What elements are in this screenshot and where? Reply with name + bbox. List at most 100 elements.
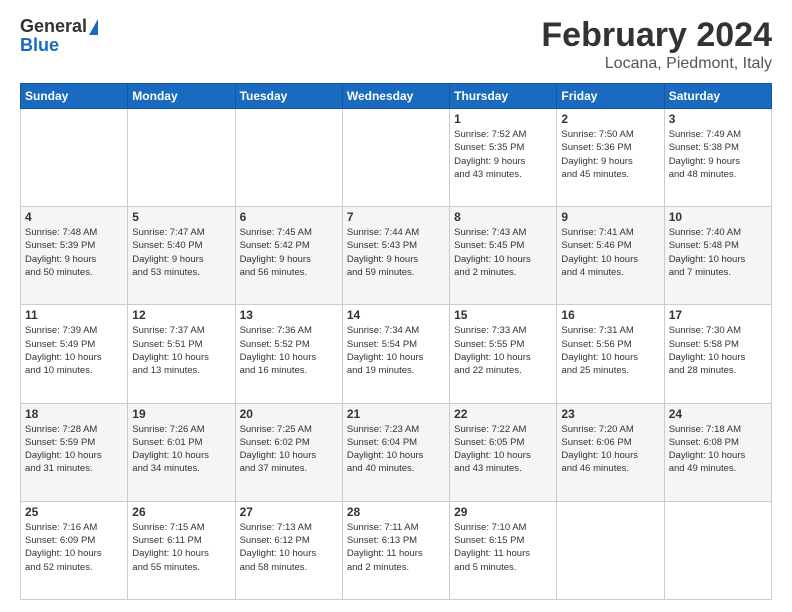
day-info: Sunrise: 7:13 AMSunset: 6:12 PMDaylight:…	[240, 521, 338, 574]
day-number: 26	[132, 505, 230, 519]
day-number: 21	[347, 407, 445, 421]
day-info: Sunrise: 7:20 AMSunset: 6:06 PMDaylight:…	[561, 423, 659, 476]
calendar-week-row: 18 Sunrise: 7:28 AMSunset: 5:59 PMDayligh…	[21, 403, 772, 501]
calendar-cell: 15Sunrise: 7:33 AMSunset: 5:55 PMDayligh…	[450, 305, 557, 403]
day-info: Sunrise: 7:10 AMSunset: 6:15 PMDaylight:…	[454, 521, 552, 574]
day-number: 4	[25, 210, 123, 224]
calendar-cell: 19 Sunrise: 7:26 AMSunset: 6:01 PMDayligh…	[128, 403, 235, 501]
day-info: Sunrise: 7:45 AMSunset: 5:42 PMDaylight:…	[240, 226, 338, 279]
calendar-cell: 29 Sunrise: 7:10 AMSunset: 6:15 PMDayligh…	[450, 501, 557, 599]
day-info: Sunrise: 7:26 AMSunset: 6:01 PMDaylight:…	[132, 423, 230, 476]
day-info: Sunrise: 7:23 AMSunset: 6:04 PMDaylight:…	[347, 423, 445, 476]
calendar-cell: 11Sunrise: 7:39 AMSunset: 5:49 PMDayligh…	[21, 305, 128, 403]
calendar-cell: 14Sunrise: 7:34 AMSunset: 5:54 PMDayligh…	[342, 305, 449, 403]
day-number: 22	[454, 407, 552, 421]
calendar-cell: 18 Sunrise: 7:28 AMSunset: 5:59 PMDayligh…	[21, 403, 128, 501]
day-info: Sunrise: 7:49 AMSunset: 5:38 PMDaylight:…	[669, 128, 767, 181]
calendar-cell: 22 Sunrise: 7:22 AMSunset: 6:05 PMDayligh…	[450, 403, 557, 501]
calendar-cell: 27 Sunrise: 7:13 AMSunset: 6:12 PMDayligh…	[235, 501, 342, 599]
calendar-cell: 23 Sunrise: 7:20 AMSunset: 6:06 PMDayligh…	[557, 403, 664, 501]
day-number: 13	[240, 308, 338, 322]
day-number: 25	[25, 505, 123, 519]
calendar-cell: 10 Sunrise: 7:40 AMSunset: 5:48 PMDayligh…	[664, 207, 771, 305]
day-number: 12	[132, 308, 230, 322]
calendar-day-header: Sunday	[21, 84, 128, 109]
calendar-cell: 21 Sunrise: 7:23 AMSunset: 6:04 PMDayligh…	[342, 403, 449, 501]
calendar-cell: 2Sunrise: 7:50 AMSunset: 5:36 PMDaylight…	[557, 109, 664, 207]
day-number: 6	[240, 210, 338, 224]
day-number: 19	[132, 407, 230, 421]
day-info: Sunrise: 7:15 AMSunset: 6:11 PMDaylight:…	[132, 521, 230, 574]
header: General Blue February 2024 Locana, Piedm…	[20, 16, 772, 73]
day-number: 5	[132, 210, 230, 224]
day-info: Sunrise: 7:37 AMSunset: 5:51 PMDaylight:…	[132, 324, 230, 377]
calendar-cell: 3Sunrise: 7:49 AMSunset: 5:38 PMDaylight…	[664, 109, 771, 207]
day-info: Sunrise: 7:50 AMSunset: 5:36 PMDaylight:…	[561, 128, 659, 181]
calendar-cell: 6 Sunrise: 7:45 AMSunset: 5:42 PMDaylight…	[235, 207, 342, 305]
calendar-cell: 25 Sunrise: 7:16 AMSunset: 6:09 PMDayligh…	[21, 501, 128, 599]
day-info: Sunrise: 7:31 AMSunset: 5:56 PMDaylight:…	[561, 324, 659, 377]
day-info: Sunrise: 7:41 AMSunset: 5:46 PMDaylight:…	[561, 226, 659, 279]
calendar-cell: 5 Sunrise: 7:47 AMSunset: 5:40 PMDaylight…	[128, 207, 235, 305]
day-number: 23	[561, 407, 659, 421]
calendar-cell	[128, 109, 235, 207]
day-info: Sunrise: 7:18 AMSunset: 6:08 PMDaylight:…	[669, 423, 767, 476]
day-number: 27	[240, 505, 338, 519]
calendar-cell	[235, 109, 342, 207]
day-info: Sunrise: 7:36 AMSunset: 5:52 PMDaylight:…	[240, 324, 338, 377]
day-number: 9	[561, 210, 659, 224]
month-title: February 2024	[541, 16, 772, 55]
calendar-day-header: Thursday	[450, 84, 557, 109]
calendar-cell	[664, 501, 771, 599]
calendar-header-row: SundayMondayTuesdayWednesdayThursdayFrid…	[21, 84, 772, 109]
calendar-week-row: 11Sunrise: 7:39 AMSunset: 5:49 PMDayligh…	[21, 305, 772, 403]
day-info: Sunrise: 7:48 AMSunset: 5:39 PMDaylight:…	[25, 226, 123, 279]
calendar-day-header: Saturday	[664, 84, 771, 109]
day-number: 8	[454, 210, 552, 224]
calendar-cell	[557, 501, 664, 599]
day-info: Sunrise: 7:25 AMSunset: 6:02 PMDaylight:…	[240, 423, 338, 476]
day-info: Sunrise: 7:16 AMSunset: 6:09 PMDaylight:…	[25, 521, 123, 574]
day-info: Sunrise: 7:40 AMSunset: 5:48 PMDaylight:…	[669, 226, 767, 279]
day-info: Sunrise: 7:28 AMSunset: 5:59 PMDaylight:…	[25, 423, 123, 476]
day-info: Sunrise: 7:11 AMSunset: 6:13 PMDaylight:…	[347, 521, 445, 574]
calendar-cell: 26 Sunrise: 7:15 AMSunset: 6:11 PMDayligh…	[128, 501, 235, 599]
logo-general: General	[20, 16, 87, 37]
day-info: Sunrise: 7:39 AMSunset: 5:49 PMDaylight:…	[25, 324, 123, 377]
calendar-week-row: 4 Sunrise: 7:48 AMSunset: 5:39 PMDaylight…	[21, 207, 772, 305]
day-info: Sunrise: 7:22 AMSunset: 6:05 PMDaylight:…	[454, 423, 552, 476]
calendar-week-row: 1Sunrise: 7:52 AMSunset: 5:35 PMDaylight…	[21, 109, 772, 207]
calendar-cell: 12 Sunrise: 7:37 AMSunset: 5:51 PMDayligh…	[128, 305, 235, 403]
day-number: 24	[669, 407, 767, 421]
calendar-table: SundayMondayTuesdayWednesdayThursdayFrid…	[20, 83, 772, 600]
calendar-cell	[342, 109, 449, 207]
day-info: Sunrise: 7:44 AMSunset: 5:43 PMDaylight:…	[347, 226, 445, 279]
day-number: 18	[25, 407, 123, 421]
calendar-cell: 8 Sunrise: 7:43 AMSunset: 5:45 PMDaylight…	[450, 207, 557, 305]
day-number: 17	[669, 308, 767, 322]
day-number: 28	[347, 505, 445, 519]
day-info: Sunrise: 7:30 AMSunset: 5:58 PMDaylight:…	[669, 324, 767, 377]
day-number: 7	[347, 210, 445, 224]
day-info: Sunrise: 7:47 AMSunset: 5:40 PMDaylight:…	[132, 226, 230, 279]
day-number: 14	[347, 308, 445, 322]
day-info: Sunrise: 7:43 AMSunset: 5:45 PMDaylight:…	[454, 226, 552, 279]
calendar-cell: 7 Sunrise: 7:44 AMSunset: 5:43 PMDaylight…	[342, 207, 449, 305]
calendar-cell: 16Sunrise: 7:31 AMSunset: 5:56 PMDayligh…	[557, 305, 664, 403]
page: General Blue February 2024 Locana, Piedm…	[0, 0, 792, 612]
calendar-cell: 28 Sunrise: 7:11 AMSunset: 6:13 PMDayligh…	[342, 501, 449, 599]
calendar-cell: 4 Sunrise: 7:48 AMSunset: 5:39 PMDaylight…	[21, 207, 128, 305]
calendar-week-row: 25 Sunrise: 7:16 AMSunset: 6:09 PMDayligh…	[21, 501, 772, 599]
day-number: 29	[454, 505, 552, 519]
day-number: 10	[669, 210, 767, 224]
day-info: Sunrise: 7:33 AMSunset: 5:55 PMDaylight:…	[454, 324, 552, 377]
calendar-cell: 24 Sunrise: 7:18 AMSunset: 6:08 PMDayligh…	[664, 403, 771, 501]
day-number: 20	[240, 407, 338, 421]
calendar-cell	[21, 109, 128, 207]
calendar-cell: 20 Sunrise: 7:25 AMSunset: 6:02 PMDayligh…	[235, 403, 342, 501]
calendar-day-header: Wednesday	[342, 84, 449, 109]
logo-blue: Blue	[20, 35, 59, 56]
day-info: Sunrise: 7:52 AMSunset: 5:35 PMDaylight:…	[454, 128, 552, 181]
calendar-day-header: Friday	[557, 84, 664, 109]
calendar-day-header: Tuesday	[235, 84, 342, 109]
